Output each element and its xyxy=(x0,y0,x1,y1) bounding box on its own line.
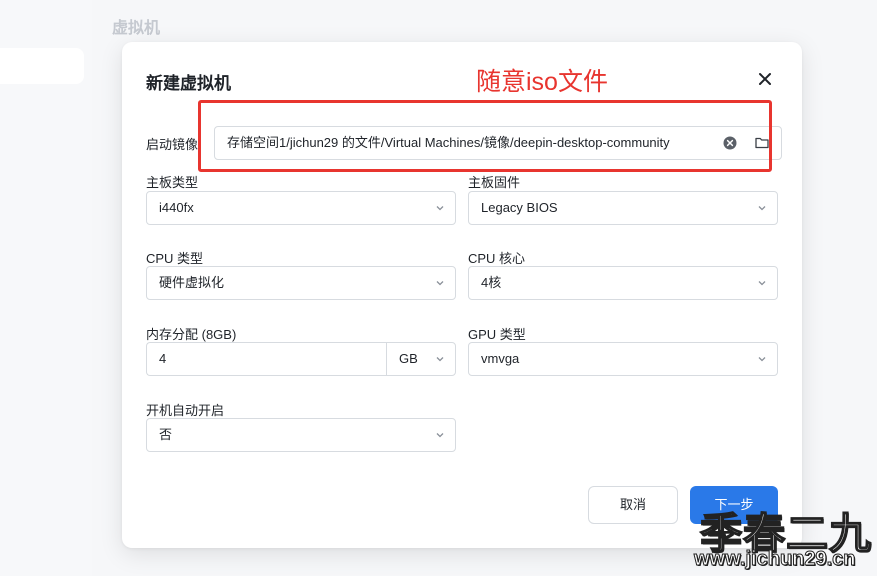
chevron-down-icon xyxy=(436,206,444,211)
watermark-url: www.jichun29.cn xyxy=(694,548,857,571)
cpu-cores-value: 4核 xyxy=(481,275,502,290)
boot-image-label: 启动镜像 xyxy=(146,137,199,152)
annotation-highlight-box xyxy=(198,100,772,172)
autostart-select[interactable]: 否 xyxy=(146,418,456,452)
memory-unit-value: GB xyxy=(399,351,418,366)
motherboard-firmware-value: Legacy BIOS xyxy=(481,200,558,215)
cpu-cores-select[interactable]: 4核 xyxy=(468,266,778,300)
memory-unit-select[interactable]: GB xyxy=(386,342,456,376)
gpu-type-value: vmvga xyxy=(481,351,520,366)
page-title: 虚拟机 xyxy=(112,20,161,37)
close-icon[interactable] xyxy=(756,70,774,88)
motherboard-type-value: i440fx xyxy=(159,200,194,215)
chevron-down-icon xyxy=(758,281,766,286)
chevron-down-icon xyxy=(758,206,766,211)
memory-label: 内存分配 (8GB) xyxy=(146,327,237,342)
gpu-type-label: GPU 类型 xyxy=(468,327,526,342)
motherboard-type-select[interactable]: i440fx xyxy=(146,191,456,225)
autostart-value: 否 xyxy=(159,427,173,442)
gpu-type-select[interactable]: vmvga xyxy=(468,342,778,376)
annotation-text: 随意iso文件 xyxy=(476,68,608,96)
cancel-button[interactable]: 取消 xyxy=(588,486,678,524)
chevron-down-icon xyxy=(758,357,766,362)
cpu-cores-label: CPU 核心 xyxy=(468,251,526,266)
cpu-type-label: CPU 类型 xyxy=(146,251,204,266)
motherboard-firmware-select[interactable]: Legacy BIOS xyxy=(468,191,778,225)
sidebar-selected-item[interactable] xyxy=(0,48,84,84)
autostart-label: 开机自动开启 xyxy=(146,403,225,418)
motherboard-type-label: 主板类型 xyxy=(146,175,199,190)
cpu-type-value: 硬件虚拟化 xyxy=(159,275,225,290)
chevron-down-icon xyxy=(436,281,444,286)
chevron-down-icon xyxy=(436,357,444,362)
dialog-title: 新建虚拟机 xyxy=(146,74,231,93)
left-sidebar xyxy=(0,0,92,576)
motherboard-firmware-label: 主板固件 xyxy=(468,175,521,190)
cpu-type-select[interactable]: 硬件虚拟化 xyxy=(146,266,456,300)
memory-input[interactable]: 4 xyxy=(146,342,386,376)
chevron-down-icon xyxy=(436,433,444,438)
